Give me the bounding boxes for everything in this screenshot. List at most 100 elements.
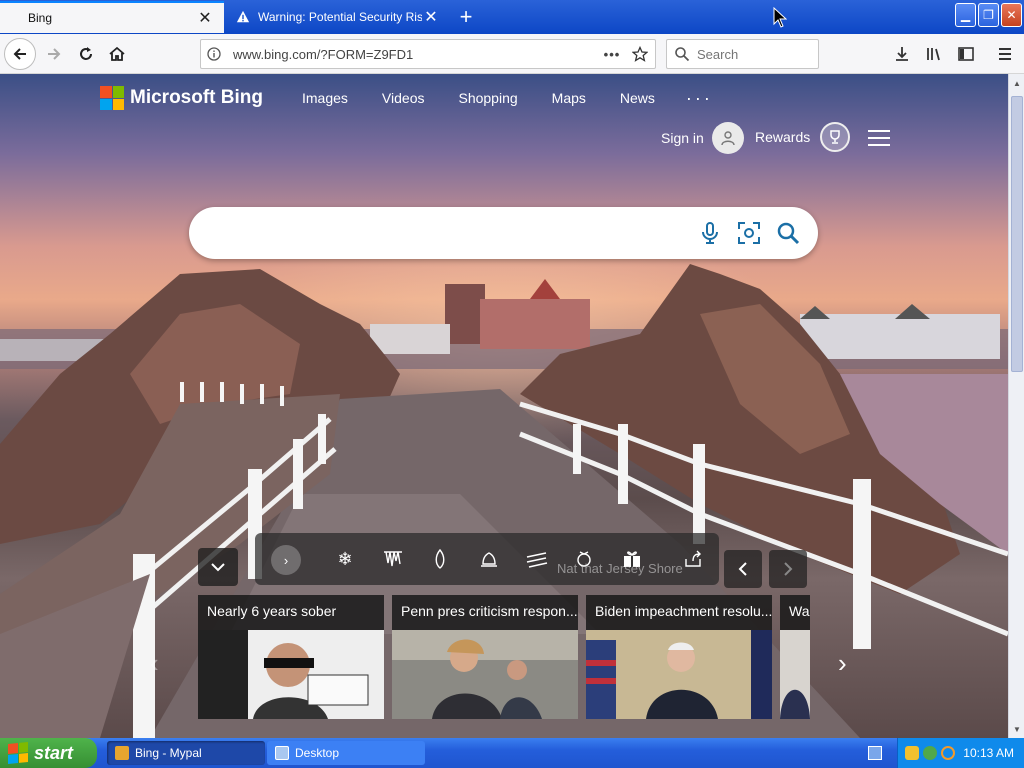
news-card[interactable]: Nearly 6 years sober	[198, 595, 384, 719]
reload-icon	[80, 47, 92, 60]
chevron-right-icon	[784, 562, 793, 576]
downloads-icon[interactable]	[888, 40, 916, 68]
chevron-down-icon	[211, 563, 225, 572]
taskbar-item-label: Desktop	[295, 746, 340, 760]
news-image	[198, 630, 384, 719]
nav-more[interactable]: ···	[686, 88, 713, 109]
microphone-icon[interactable]	[696, 219, 724, 247]
network-icon[interactable]	[923, 746, 938, 760]
chevron-right-icon[interactable]: ›	[271, 545, 301, 575]
news-card[interactable]: War	[780, 595, 810, 719]
news-image	[586, 630, 772, 719]
news-card[interactable]: Penn pres criticism respon...	[392, 595, 578, 719]
brand-name[interactable]: Microsoft Bing	[130, 87, 263, 109]
skis-icon[interactable]	[525, 547, 549, 571]
search-icon	[667, 46, 697, 62]
rewards-button[interactable]: Rewards	[755, 122, 851, 152]
collapse-feed-button[interactable]	[198, 548, 238, 586]
navigation-toolbar: www.bing.com/?FORM=Z9FD1 •••	[0, 34, 1024, 74]
restore-button[interactable]: ❐	[978, 3, 999, 27]
new-tab-button[interactable]: +	[452, 4, 480, 30]
home-icon	[109, 46, 125, 61]
scroll-up-arrow[interactable]: ▲	[1011, 76, 1023, 90]
news-title: Biden impeachment resolu...	[595, 603, 772, 619]
news-title: Penn pres criticism respon...	[401, 603, 578, 619]
sidebar-icon[interactable]	[952, 40, 980, 68]
clock[interactable]: 10:13 AM	[963, 746, 1014, 760]
icicles-icon[interactable]	[381, 547, 405, 571]
reload-button[interactable]	[70, 38, 102, 70]
security-shield-icon[interactable]	[905, 746, 920, 760]
search-submit-icon[interactable]	[774, 219, 802, 247]
next-image-button[interactable]	[769, 550, 807, 588]
ornament-icon[interactable]	[428, 547, 452, 571]
url-text[interactable]: www.bing.com/?FORM=Z9FD1	[227, 47, 599, 62]
minimize-button[interactable]: ▁	[955, 3, 976, 27]
news-image	[780, 630, 810, 719]
news-title: War	[789, 603, 810, 619]
page-actions-icon[interactable]: •••	[599, 47, 625, 62]
taskbar-item-label: Bing - Mypal	[135, 746, 202, 760]
search-tray-icon[interactable]	[941, 746, 956, 760]
windows-flag-icon	[8, 741, 28, 765]
page-scrollbar[interactable]: ▲ ▼	[1008, 74, 1024, 738]
snowflake-icon[interactable]: ❄	[333, 547, 357, 571]
tab-security-warning[interactable]: Warning: Potential Security Risk A ✕	[226, 1, 450, 33]
bing-search-input[interactable]	[211, 219, 691, 247]
mouse-cursor-icon	[773, 7, 787, 28]
news-next-arrow[interactable]: ›	[838, 648, 847, 679]
nav-shopping[interactable]: Shopping	[458, 90, 517, 106]
sign-in-button[interactable]: Sign in	[661, 122, 744, 154]
rewards-label: Rewards	[755, 129, 811, 145]
start-button[interactable]: start	[0, 738, 97, 768]
taskbar-item-desktop[interactable]: Desktop	[267, 741, 425, 765]
info-icon[interactable]	[201, 47, 227, 61]
nav-videos[interactable]: Videos	[382, 90, 425, 106]
tab-title: Bing	[28, 11, 53, 25]
bookmark-star-icon[interactable]	[625, 46, 655, 62]
sign-in-label: Sign in	[661, 130, 704, 146]
close-tab-icon[interactable]: ✕	[196, 9, 214, 27]
forward-button[interactable]	[38, 38, 70, 70]
bing-search-box[interactable]	[189, 207, 818, 259]
back-button[interactable]	[4, 38, 36, 70]
settings-menu-icon[interactable]	[868, 130, 890, 146]
close-window-button[interactable]: ✕	[1001, 3, 1022, 27]
news-prev-arrow[interactable]: ‹	[150, 648, 159, 679]
library-icon[interactable]	[920, 40, 948, 68]
warning-icon	[236, 10, 250, 23]
browser-search-input[interactable]	[697, 46, 807, 62]
address-bar[interactable]: www.bing.com/?FORM=Z9FD1 •••	[200, 39, 656, 69]
scrollbar-thumb[interactable]	[1011, 96, 1023, 372]
browser-app-icon	[115, 746, 129, 760]
trophy-icon	[820, 122, 851, 152]
share-icon[interactable]	[681, 547, 705, 571]
home-button[interactable]	[101, 38, 133, 70]
nav-maps[interactable]: Maps	[552, 90, 586, 106]
visual-search-icon[interactable]	[735, 219, 763, 247]
desktop-icon	[275, 746, 289, 760]
bell-icon[interactable]	[477, 547, 501, 571]
nav-images[interactable]: Images	[302, 90, 348, 106]
image-location-text[interactable]: Nat that Jersey Shore	[557, 561, 683, 576]
taskbar-item-browser[interactable]: Bing - Mypal	[107, 741, 265, 765]
previous-image-button[interactable]	[724, 550, 762, 588]
back-arrow-icon	[13, 48, 26, 60]
browser-search-box[interactable]	[666, 39, 819, 69]
microsoft-logo-icon[interactable]	[100, 86, 124, 110]
system-tray: 10:13 AM	[897, 738, 1024, 768]
news-card[interactable]: Biden impeachment resolu...	[586, 595, 772, 719]
tab-title: Warning: Potential Security Risk A	[258, 10, 422, 24]
menu-icon[interactable]	[991, 40, 1019, 68]
bing-homepage: Microsoft Bing Images Videos Shopping Ma…	[0, 74, 1008, 738]
close-tab-icon[interactable]: ✕	[422, 8, 440, 26]
news-title: Nearly 6 years sober	[207, 603, 337, 619]
nav-news[interactable]: News	[620, 90, 655, 106]
keyboard-icon[interactable]	[868, 746, 882, 760]
chevron-left-icon	[738, 562, 747, 576]
tab-bing[interactable]: Bing ✕	[0, 1, 224, 33]
scroll-down-arrow[interactable]: ▼	[1011, 722, 1023, 736]
windows-taskbar: start Bing - Mypal Desktop 10:13 AM	[0, 738, 1024, 768]
avatar-icon	[711, 122, 744, 154]
window-controls: ▁ ❐ ✕	[955, 3, 1022, 27]
